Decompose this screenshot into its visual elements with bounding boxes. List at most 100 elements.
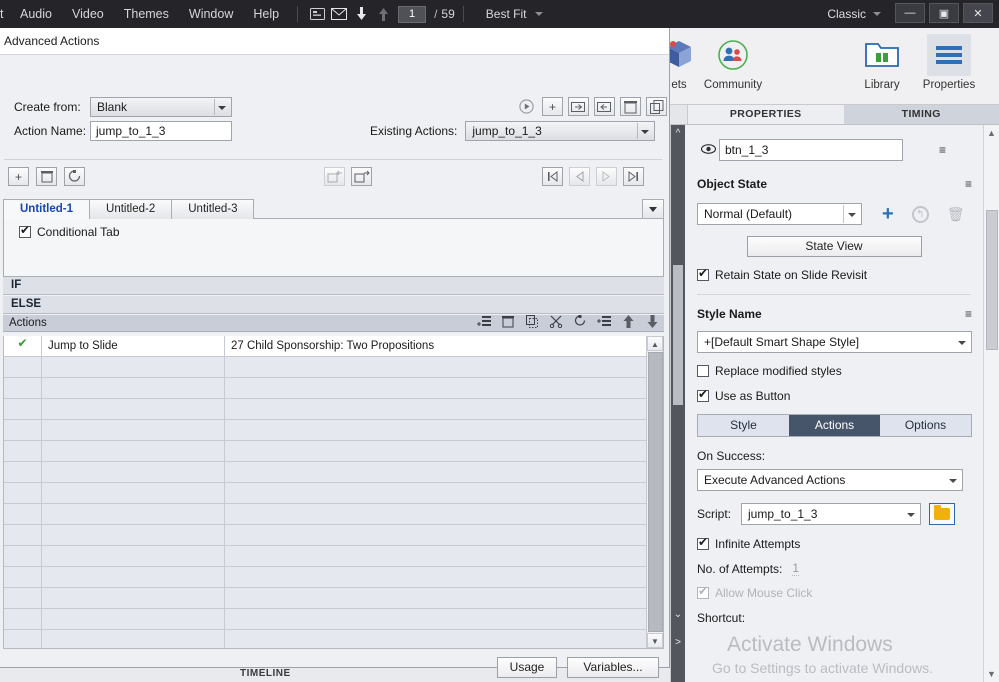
conditional-tab-checkbox[interactable] bbox=[19, 223, 31, 238]
first-icon[interactable] bbox=[542, 167, 563, 186]
insert-row-icon[interactable] bbox=[472, 315, 496, 331]
row-action-cell[interactable] bbox=[42, 630, 225, 648]
duplicate-decision-icon[interactable] bbox=[64, 167, 85, 186]
table-row-empty[interactable] bbox=[4, 357, 646, 378]
last-icon[interactable] bbox=[623, 167, 644, 186]
row-target-cell[interactable] bbox=[225, 441, 646, 461]
tab-untitled-1[interactable]: Untitled-1 bbox=[3, 199, 91, 219]
row-action-cell[interactable] bbox=[42, 609, 225, 629]
object-state-select[interactable]: Normal (Default) bbox=[697, 203, 862, 225]
create-from-select[interactable]: Blank bbox=[90, 97, 232, 117]
properties-scrollbar[interactable]: ▲ ▼ bbox=[983, 125, 999, 682]
row-action-cell[interactable] bbox=[42, 525, 225, 545]
state-view-button[interactable]: State View bbox=[746, 236, 922, 257]
row-target-cell[interactable] bbox=[225, 462, 646, 482]
table-row-empty[interactable] bbox=[4, 630, 646, 648]
use-as-button-checkbox[interactable] bbox=[697, 387, 709, 402]
move-up-icon[interactable] bbox=[616, 315, 640, 331]
table-row[interactable]: ✔ Jump to Slide 27 Child Sponsorship: Two … bbox=[4, 336, 646, 357]
variables-button[interactable]: Variables... bbox=[567, 657, 659, 678]
object-state-menu-icon[interactable]: ≡ bbox=[949, 177, 972, 191]
row-action-cell[interactable] bbox=[42, 462, 225, 482]
panel-collapse-gutter[interactable]: ^ ⌄ > bbox=[671, 125, 685, 682]
add-action-icon[interactable]: + bbox=[542, 97, 563, 116]
delete-state-icon[interactable]: 🗑 bbox=[947, 206, 965, 223]
row-target-cell[interactable] bbox=[225, 483, 646, 503]
ribbon-item-community[interactable]: Community bbox=[690, 34, 776, 91]
chevron-down-icon[interactable]: ⌄ bbox=[671, 609, 685, 620]
previous-icon[interactable] bbox=[569, 167, 590, 186]
zoom-level-label[interactable]: Best Fit bbox=[486, 7, 527, 21]
row-target-cell[interactable] bbox=[225, 378, 646, 398]
existing-actions-select[interactable]: jump_to_1_3 bbox=[465, 121, 656, 141]
import-icon[interactable] bbox=[324, 167, 345, 186]
up-arrow-icon[interactable] bbox=[372, 4, 394, 24]
retain-state-row[interactable]: Retain State on Slide Revisit bbox=[697, 266, 971, 282]
tab-timing[interactable]: TIMING bbox=[843, 105, 999, 124]
on-success-select[interactable]: Execute Advanced Actions bbox=[697, 469, 963, 491]
retain-state-checkbox[interactable] bbox=[697, 266, 709, 281]
tab-untitled-2[interactable]: Untitled-2 bbox=[89, 199, 173, 219]
row-action-cell[interactable] bbox=[42, 441, 225, 461]
table-row-empty[interactable] bbox=[4, 588, 646, 609]
row-action-cell[interactable] bbox=[42, 567, 225, 587]
browse-script-button[interactable] bbox=[929, 503, 955, 525]
attempts-value[interactable]: 1 bbox=[792, 561, 800, 576]
row-action-cell[interactable] bbox=[42, 483, 225, 503]
tab-overflow-menu-icon[interactable] bbox=[642, 199, 664, 219]
copy-row-icon[interactable] bbox=[520, 315, 544, 331]
table-row-empty[interactable] bbox=[4, 483, 646, 504]
table-row-empty[interactable] bbox=[4, 441, 646, 462]
row-target-cell[interactable] bbox=[225, 588, 646, 608]
panel-expand-icon[interactable]: > bbox=[671, 637, 685, 648]
menu-item-video[interactable]: Video bbox=[62, 0, 114, 28]
usage-button[interactable]: Usage bbox=[497, 657, 557, 678]
duplicate-action-icon[interactable] bbox=[568, 97, 589, 116]
menu-item-themes[interactable]: Themes bbox=[114, 0, 179, 28]
zoom-chevron-down-icon[interactable] bbox=[535, 12, 544, 16]
ribbon-item-properties[interactable]: Properties bbox=[906, 34, 992, 91]
visibility-eye-icon[interactable] bbox=[697, 143, 719, 157]
table-row-empty[interactable] bbox=[4, 546, 646, 567]
delete-decision-icon[interactable] bbox=[36, 167, 57, 186]
export-icon[interactable] bbox=[351, 167, 372, 186]
table-row-empty[interactable] bbox=[4, 378, 646, 399]
close-button[interactable]: ✕ bbox=[963, 3, 993, 23]
table-row-empty[interactable] bbox=[4, 504, 646, 525]
table-row-empty[interactable] bbox=[4, 462, 646, 483]
actions-grid-scrollbar[interactable]: ▲ ▼ bbox=[646, 336, 663, 648]
copy-action-icon[interactable] bbox=[646, 97, 667, 116]
paste-row-icon[interactable] bbox=[568, 315, 592, 331]
row-target-cell[interactable] bbox=[225, 609, 646, 629]
row-target-cell[interactable] bbox=[225, 357, 646, 377]
tab-actions[interactable]: Actions bbox=[789, 415, 880, 436]
infinite-attempts-row[interactable]: Infinite Attempts bbox=[697, 535, 971, 551]
table-row-empty[interactable] bbox=[4, 567, 646, 588]
script-select[interactable]: jump_to_1_3 bbox=[741, 503, 921, 525]
object-name-menu-icon[interactable]: ≡ bbox=[923, 143, 946, 157]
row-action-cell[interactable]: Jump to Slide bbox=[42, 336, 225, 356]
style-name-menu-icon[interactable]: ≡ bbox=[949, 307, 972, 321]
row-target-cell[interactable] bbox=[225, 525, 646, 545]
scroll-down-icon[interactable]: ▼ bbox=[984, 666, 999, 682]
row-action-cell[interactable] bbox=[42, 504, 225, 524]
delete-row-icon[interactable] bbox=[496, 315, 520, 331]
row-action-cell[interactable] bbox=[42, 378, 225, 398]
move-down-icon[interactable] bbox=[640, 315, 664, 331]
use-as-button-row[interactable]: Use as Button bbox=[697, 387, 971, 403]
table-row-empty[interactable] bbox=[4, 525, 646, 546]
table-row-empty[interactable] bbox=[4, 609, 646, 630]
else-section-header[interactable]: ELSE bbox=[3, 296, 664, 314]
slide-number-input[interactable]: 1 bbox=[398, 5, 427, 23]
workspace-switcher[interactable]: Classic bbox=[827, 0, 881, 28]
grid-scroll-up-icon[interactable]: ▲ bbox=[647, 336, 663, 351]
row-target-cell[interactable] bbox=[225, 630, 646, 648]
preview-icon[interactable] bbox=[516, 97, 537, 116]
mail-icon[interactable] bbox=[328, 4, 350, 24]
replace-modified-row[interactable]: Replace modified styles bbox=[697, 364, 971, 378]
add-row-icon[interactable] bbox=[592, 315, 616, 331]
slide-properties-icon[interactable] bbox=[306, 4, 328, 24]
maximize-button[interactable]: ▣ bbox=[929, 3, 959, 23]
grid-scrollbar-thumb[interactable] bbox=[648, 352, 663, 632]
scroll-up-icon[interactable]: ▲ bbox=[984, 125, 999, 141]
